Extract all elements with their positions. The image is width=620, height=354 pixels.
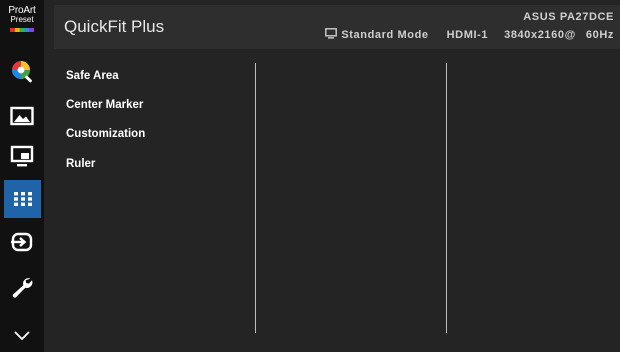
status-line: Standard Mode HDMI-1 3840x2160@ 60Hz (325, 28, 614, 42)
brand-color-bar (10, 28, 34, 32)
resolution: 3840x2160@ (504, 29, 576, 41)
sidebar-item-quickfit[interactable] (4, 180, 41, 218)
sidebar-item-color[interactable] (4, 52, 40, 90)
quickfit-icon (13, 192, 32, 206)
menu-column: Safe Area Center Marker Customization Ru… (54, 58, 254, 348)
monitor-model: ASUS PA27DCE (523, 11, 614, 23)
system-setup-icon (12, 278, 33, 298)
monitor-icon (325, 28, 338, 42)
brand-line2: Preset (10, 15, 34, 24)
sidebar-item-more[interactable] (4, 316, 40, 354)
refresh-rate: 60Hz (585, 29, 614, 41)
column-divider-1 (255, 63, 256, 333)
input-source: HDMI-1 (446, 29, 489, 41)
sidebar-item-pip[interactable] (4, 137, 40, 175)
menu-item-ruler[interactable]: Ruler (66, 158, 95, 170)
menu-item-customization[interactable]: Customization (66, 128, 145, 140)
sidebar-item-system[interactable] (4, 268, 40, 306)
page-title: QuickFit Plus (64, 17, 165, 36)
proart-preset-logo[interactable]: ProArt Preset (4, 6, 40, 44)
brand-line1: ProArt (8, 5, 36, 16)
scroll-down-icon (14, 331, 30, 341)
sidebar: ProArt Preset (0, 0, 44, 352)
image-icon (10, 106, 34, 126)
sidebar-item-input[interactable] (4, 223, 40, 261)
menu-item-center-marker[interactable]: Center Marker (66, 99, 143, 111)
column-divider-2 (446, 63, 447, 333)
menu-item-safe-area[interactable]: Safe Area (66, 70, 119, 82)
color-icon (12, 61, 32, 83)
color-mode: Standard Mode (341, 29, 429, 41)
pip-pbp-icon (10, 145, 34, 167)
input-select-icon (11, 232, 33, 252)
sidebar-item-image[interactable] (4, 97, 40, 135)
osd-menu: ProArt Preset QuickFit Plus ASUS PA27DCE… (0, 0, 620, 352)
header-bar: QuickFit Plus ASUS PA27DCE Standard Mode… (54, 5, 620, 49)
